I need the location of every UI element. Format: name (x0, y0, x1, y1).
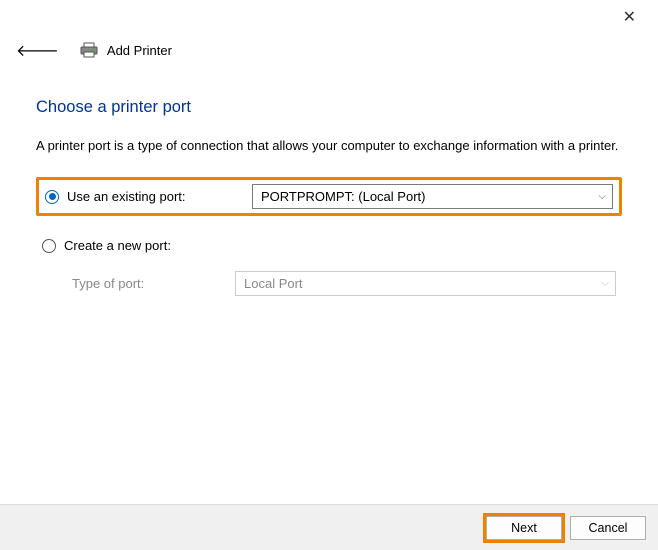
dropdown-port-type: Local Port ⌵ (235, 271, 616, 296)
back-arrow-icon[interactable]: 🡐 (10, 38, 65, 63)
cancel-button[interactable]: Cancel (570, 516, 646, 540)
wizard-title: Add Printer (107, 43, 172, 58)
option-create-port: Create a new port: (36, 234, 622, 257)
close-icon[interactable]: ✕ (615, 3, 644, 31)
option-port-type: Type of port: Local Port ⌵ (36, 267, 622, 300)
page-description: A printer port is a type of connection t… (36, 137, 622, 155)
chevron-down-icon: ⌵ (598, 191, 606, 202)
radio-existing-port[interactable] (45, 190, 59, 204)
label-create-port[interactable]: Create a new port: (64, 238, 249, 253)
dropdown-port-type-value: Local Port (244, 276, 303, 291)
wizard-content: Choose a printer port A printer port is … (0, 62, 658, 300)
chevron-down-icon: ⌵ (601, 278, 609, 289)
label-existing-port[interactable]: Use an existing port: (67, 189, 252, 204)
dropdown-existing-port-value: PORTPROMPT: (Local Port) (261, 189, 425, 204)
wizard-header: 🡐 Add Printer (0, 34, 658, 62)
radio-create-port[interactable] (42, 239, 56, 253)
label-port-type: Type of port: (72, 276, 235, 291)
printer-icon (79, 42, 99, 58)
next-button[interactable]: Next (486, 516, 562, 540)
dropdown-existing-port[interactable]: PORTPROMPT: (Local Port) ⌵ (252, 184, 613, 209)
wizard-footer: Next Cancel (0, 504, 658, 550)
option-existing-port: Use an existing port: PORTPROMPT: (Local… (36, 177, 622, 216)
page-heading: Choose a printer port (36, 98, 622, 117)
